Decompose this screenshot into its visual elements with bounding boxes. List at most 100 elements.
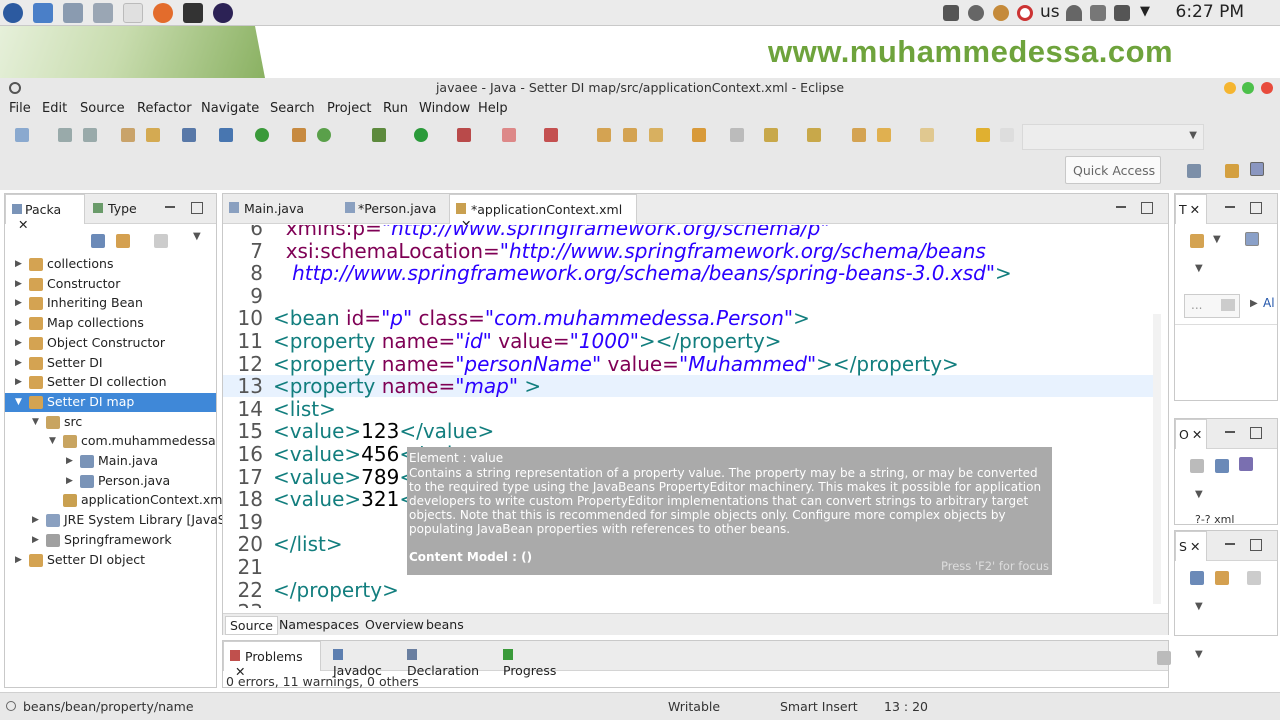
- outline-item[interactable]: ?-? xml: [1195, 513, 1234, 526]
- tree-item[interactable]: ▶ Map collections: [5, 314, 216, 333]
- filter-icon[interactable]: [1247, 571, 1261, 585]
- prev-annotation-icon[interactable]: [807, 128, 821, 142]
- battery-icon[interactable]: [943, 5, 959, 21]
- tree-item[interactable]: ▶ Main.java: [5, 452, 216, 471]
- pin-icon[interactable]: [219, 128, 233, 142]
- tree-item[interactable]: applicationContext.xml: [5, 491, 226, 510]
- close-icon[interactable]: ✕: [1192, 427, 1202, 442]
- run-icon[interactable]: [414, 128, 428, 142]
- tree-item[interactable]: ▶ Springframework: [5, 531, 216, 550]
- chevron-right-icon[interactable]: ▶: [15, 358, 22, 368]
- chevron-down-icon[interactable]: ▼: [15, 397, 22, 407]
- menu-source[interactable]: Source: [80, 101, 125, 116]
- coverage-icon[interactable]: [457, 128, 471, 142]
- annotation-icon[interactable]: [730, 128, 744, 142]
- menu-project[interactable]: Project: [327, 101, 371, 116]
- close-icon[interactable]: ✕: [18, 217, 28, 232]
- collapse-all-icon[interactable]: [1190, 571, 1204, 585]
- maximize-icon[interactable]: [1250, 202, 1262, 214]
- firefox-icon[interactable]: [153, 3, 173, 23]
- focus-workweek-icon[interactable]: [1245, 232, 1259, 246]
- task-search-input[interactable]: ...: [1184, 294, 1240, 318]
- open-folder-icon[interactable]: [597, 128, 611, 142]
- tab-problems[interactable]: Problems ✕: [223, 641, 321, 679]
- tab-overview[interactable]: Overview: [361, 616, 428, 633]
- code-line[interactable]: 13 <property name="map" >: [223, 374, 1153, 398]
- code-line[interactable]: 8 http://www.springframework.org/schema/…: [223, 261, 1153, 285]
- close-button[interactable]: [1261, 82, 1273, 94]
- chevron-right-icon[interactable]: ▶: [15, 377, 22, 387]
- console-icon[interactable]: [182, 128, 196, 142]
- save-all-icon[interactable]: [83, 128, 97, 142]
- tree-item[interactable]: ▶ Setter DI collection: [5, 373, 216, 392]
- toolbar-combo[interactable]: ▼: [1022, 124, 1204, 150]
- tree-item[interactable]: ▶ JRE System Library [JavaSE: [5, 511, 234, 530]
- tab-progress[interactable]: Progress: [497, 641, 573, 678]
- tab-servers[interactable]: S ✕: [1175, 531, 1207, 561]
- maximize-icon[interactable]: [191, 202, 203, 214]
- collapse-all-icon[interactable]: [1215, 459, 1229, 473]
- debug-icon[interactable]: [372, 128, 386, 142]
- code-line[interactable]: 14 <list>: [223, 397, 1153, 421]
- code-line[interactable]: 10 <bean id="p" class="com.muhammedessa.P…: [223, 306, 1153, 330]
- clipboard-icon[interactable]: [1090, 5, 1106, 21]
- clear-icon[interactable]: [1221, 299, 1235, 311]
- all-link[interactable]: Al: [1263, 296, 1275, 310]
- forward-icon[interactable]: [920, 128, 934, 142]
- save-icon[interactable]: [58, 128, 72, 142]
- chevron-right-icon[interactable]: ▶: [15, 318, 22, 328]
- minimize-icon[interactable]: [1225, 206, 1235, 208]
- tab-task-list[interactable]: T ✕: [1175, 194, 1207, 224]
- open-perspective-icon[interactable]: [1187, 164, 1201, 178]
- menu-edit[interactable]: Edit: [42, 101, 67, 116]
- tree-item[interactable]: ▶ Inheriting Bean: [5, 294, 216, 313]
- open-type-icon[interactable]: [146, 128, 160, 142]
- highlight-icon[interactable]: [692, 128, 706, 142]
- tab-main-java[interactable]: Main.java: [223, 194, 339, 224]
- menu-window[interactable]: Window: [419, 101, 470, 116]
- tree-item[interactable]: ▼ src: [5, 413, 216, 432]
- terminal-icon[interactable]: [183, 3, 203, 23]
- sync-icon[interactable]: [1190, 459, 1204, 473]
- menu-run[interactable]: Run: [383, 101, 408, 116]
- tree-item[interactable]: ▼ com.muhammedessa: [5, 432, 216, 451]
- tab-package-explorer[interactable]: Packa ✕: [5, 194, 85, 232]
- code-line[interactable]: 11 <property name="id" value="1000"></pro…: [223, 329, 1153, 353]
- chevron-down-icon[interactable]: ▼: [1213, 234, 1221, 245]
- chevron-right-icon[interactable]: ▶: [15, 555, 22, 565]
- tree-item[interactable]: ▼ Setter DI map: [5, 392, 216, 412]
- maximize-button[interactable]: [1242, 82, 1254, 94]
- spring-icon[interactable]: [976, 128, 990, 142]
- maximize-icon[interactable]: [1141, 202, 1153, 214]
- tab-namespaces[interactable]: Namespaces: [275, 616, 363, 633]
- document-icon[interactable]: [123, 3, 143, 23]
- chevron-right-icon[interactable]: ▶: [66, 476, 73, 486]
- chevron-right-icon[interactable]: ▶: [32, 535, 39, 545]
- wifi-icon[interactable]: [1066, 5, 1082, 21]
- close-icon[interactable]: ✕: [1190, 202, 1200, 217]
- quick-access-input[interactable]: Quick Access: [1065, 156, 1161, 184]
- tab-declaration[interactable]: Declaration: [401, 641, 495, 678]
- code-line[interactable]: 12 <property name="personName" value="Muh…: [223, 352, 1153, 376]
- package-icon[interactable]: [292, 128, 306, 142]
- chevron-right-icon[interactable]: ▶: [15, 338, 22, 348]
- tree-item[interactable]: ▶ Person.java: [5, 472, 216, 491]
- minimize-icon[interactable]: [1225, 543, 1235, 545]
- menu-navigate[interactable]: Navigate: [201, 101, 259, 116]
- code-line[interactable]: 7 xsi:schemaLocation="http://www.springf…: [223, 239, 1153, 263]
- print-icon[interactable]: [121, 128, 135, 142]
- code-line[interactable]: 23: [223, 600, 1153, 608]
- java-perspective-icon[interactable]: [1250, 162, 1264, 176]
- record-icon[interactable]: [1017, 5, 1033, 21]
- focus-icon[interactable]: [154, 234, 168, 248]
- new-task-icon[interactable]: [1190, 234, 1204, 248]
- chevron-right-icon[interactable]: ▶: [15, 298, 22, 308]
- view-menu-icon[interactable]: ▼: [1195, 263, 1203, 274]
- fedora-logo-icon[interactable]: [3, 3, 23, 23]
- tab-outline[interactable]: O ✕: [1175, 419, 1207, 449]
- view-menu-icon[interactable]: ▼: [193, 231, 201, 242]
- link-editor-icon[interactable]: [116, 234, 130, 248]
- debug-perspective-icon[interactable]: [255, 128, 269, 142]
- image-viewer-icon[interactable]: [93, 3, 113, 23]
- tab-source[interactable]: Source: [225, 616, 278, 635]
